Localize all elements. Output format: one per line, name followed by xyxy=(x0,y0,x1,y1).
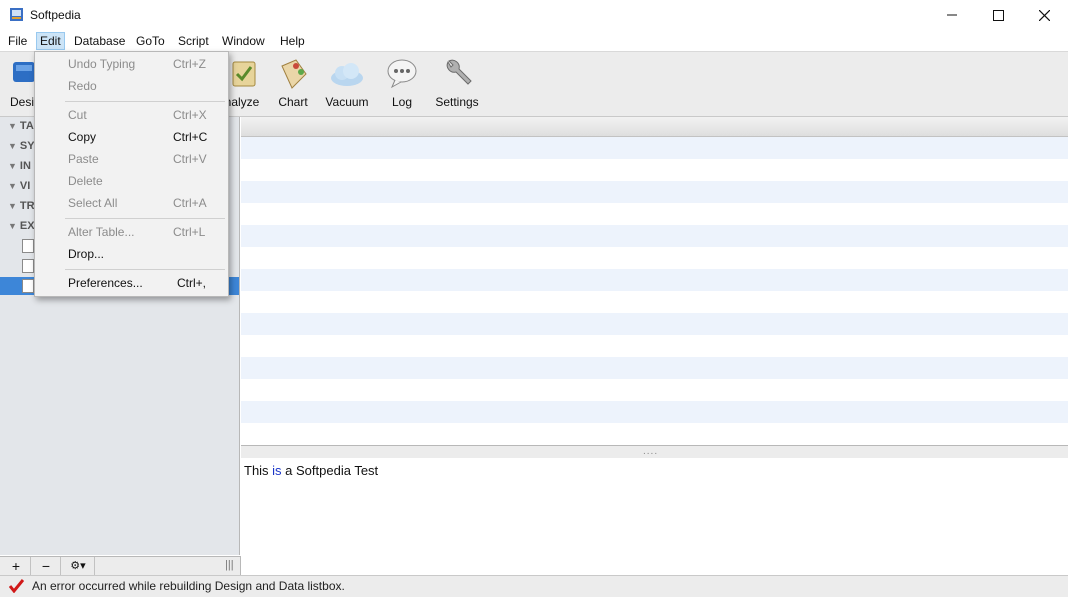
splitter-handle[interactable]: .... xyxy=(643,446,658,457)
chart-icon xyxy=(281,59,307,89)
menu-script[interactable]: Script xyxy=(175,33,212,49)
vacuum-tool-button[interactable]: Vacuum xyxy=(324,56,370,109)
tree-node-triggers[interactable]: ▼ TR xyxy=(8,200,35,218)
speech-bubble-icon xyxy=(387,59,417,89)
menu-window[interactable]: Window xyxy=(219,33,268,49)
sidebar-toolbar: + − ⚙▾ ||| xyxy=(0,556,241,576)
menu-help[interactable]: Help xyxy=(277,33,308,49)
app-icon xyxy=(10,8,23,21)
window-title: Softpedia xyxy=(30,8,81,22)
table-header[interactable] xyxy=(241,117,1068,137)
menu-item-cut[interactable]: Cut Ctrl+X xyxy=(35,105,228,125)
checkmark-icon xyxy=(8,579,25,596)
status-message: An error occurred while rebuilding Desig… xyxy=(32,579,345,593)
menu-item-select-all[interactable]: Select All Ctrl+A xyxy=(35,193,228,213)
menu-separator xyxy=(65,218,225,219)
table-row[interactable] xyxy=(241,159,1068,181)
data-table[interactable] xyxy=(241,117,1068,445)
menu-database[interactable]: Database xyxy=(71,33,128,49)
table-row[interactable] xyxy=(241,357,1068,379)
menu-edit[interactable]: Edit xyxy=(36,32,65,50)
table-row[interactable] xyxy=(241,247,1068,269)
table-row[interactable] xyxy=(241,313,1068,335)
menu-item-redo[interactable]: Redo xyxy=(35,76,228,96)
table-leaf-icon[interactable] xyxy=(22,259,34,273)
table-row[interactable] xyxy=(241,225,1068,247)
expand-triangle-icon: ▼ xyxy=(8,161,17,171)
expand-triangle-icon: ▼ xyxy=(8,221,17,231)
cloud-icon xyxy=(331,63,363,86)
table-row[interactable] xyxy=(241,291,1068,313)
menu-item-delete[interactable]: Delete xyxy=(35,171,228,191)
menu-separator xyxy=(65,101,225,102)
settings-tool-button[interactable]: Settings xyxy=(432,56,482,109)
menu-goto[interactable]: GoTo xyxy=(133,33,168,49)
settings-tool-label: Settings xyxy=(435,95,479,109)
remove-button[interactable]: − xyxy=(32,557,61,576)
query-editor[interactable]: This is a Softpedia Test xyxy=(241,458,1068,574)
resize-grip[interactable]: ||| xyxy=(225,559,234,571)
gear-menu-button[interactable]: ⚙▾ xyxy=(62,557,95,576)
expand-triangle-icon: ▼ xyxy=(8,181,17,191)
editor-text: This is a Softpedia Test xyxy=(244,463,379,478)
expand-triangle-icon: ▼ xyxy=(8,141,17,151)
close-button[interactable] xyxy=(1021,0,1067,30)
table-leaf-icon xyxy=(22,279,34,293)
status-bar: An error occurred while rebuilding Desig… xyxy=(0,575,1068,597)
minimize-button[interactable] xyxy=(929,0,975,30)
menu-item-drop[interactable]: Drop... xyxy=(35,244,228,264)
add-button[interactable]: + xyxy=(2,557,31,576)
chart-tool-label: Chart xyxy=(278,95,308,109)
sql-keyword: is xyxy=(272,463,282,478)
tree-node-indexes[interactable]: ▼ IN xyxy=(8,160,31,178)
edit-menu-dropdown: Undo Typing Ctrl+Z Redo Cut Ctrl+X Copy Ctr… xyxy=(34,51,229,297)
menu-separator xyxy=(65,269,225,270)
tree-node-extra[interactable]: ▼ EX xyxy=(8,220,35,238)
design-icon xyxy=(13,62,35,82)
table-leaf-icon[interactable] xyxy=(22,239,34,253)
menu-item-preferences[interactable]: Preferences... Ctrl+, xyxy=(35,273,228,293)
analyze-icon xyxy=(232,61,256,87)
vacuum-tool-label: Vacuum xyxy=(325,95,369,109)
table-row[interactable] xyxy=(241,335,1068,357)
chart-tool-button[interactable]: Chart xyxy=(275,56,311,109)
table-row[interactable] xyxy=(241,137,1068,159)
expand-triangle-icon: ▼ xyxy=(8,201,17,211)
menu-file[interactable]: File xyxy=(5,33,30,49)
log-tool-label: Log xyxy=(391,95,413,109)
wrench-icon xyxy=(446,59,472,85)
tree-node-tables[interactable]: ▼ TA xyxy=(8,120,34,138)
expand-triangle-icon: ▼ xyxy=(8,121,17,131)
log-tool-button[interactable]: Log xyxy=(384,56,420,109)
table-row[interactable] xyxy=(241,379,1068,401)
table-row[interactable] xyxy=(241,401,1068,423)
tree-node-system[interactable]: ▼ SY xyxy=(8,140,35,158)
menu-item-copy[interactable]: Copy Ctrl+C xyxy=(35,127,228,147)
menu-bar: File Edit Database GoTo Script Window He… xyxy=(0,30,1068,52)
menu-item-alter-table[interactable]: Alter Table... Ctrl+L xyxy=(35,222,228,242)
maximize-button[interactable] xyxy=(975,0,1021,30)
table-row[interactable] xyxy=(241,423,1068,445)
tree-node-views[interactable]: ▼ VI xyxy=(8,180,30,198)
table-row[interactable] xyxy=(241,181,1068,203)
table-row[interactable] xyxy=(241,269,1068,291)
pane-splitter[interactable]: .... xyxy=(241,445,1068,459)
table-row[interactable] xyxy=(241,203,1068,225)
menu-item-paste[interactable]: Paste Ctrl+V xyxy=(35,149,228,169)
title-bar: Softpedia xyxy=(0,0,1068,30)
menu-item-undo-typing[interactable]: Undo Typing Ctrl+Z xyxy=(35,54,228,74)
